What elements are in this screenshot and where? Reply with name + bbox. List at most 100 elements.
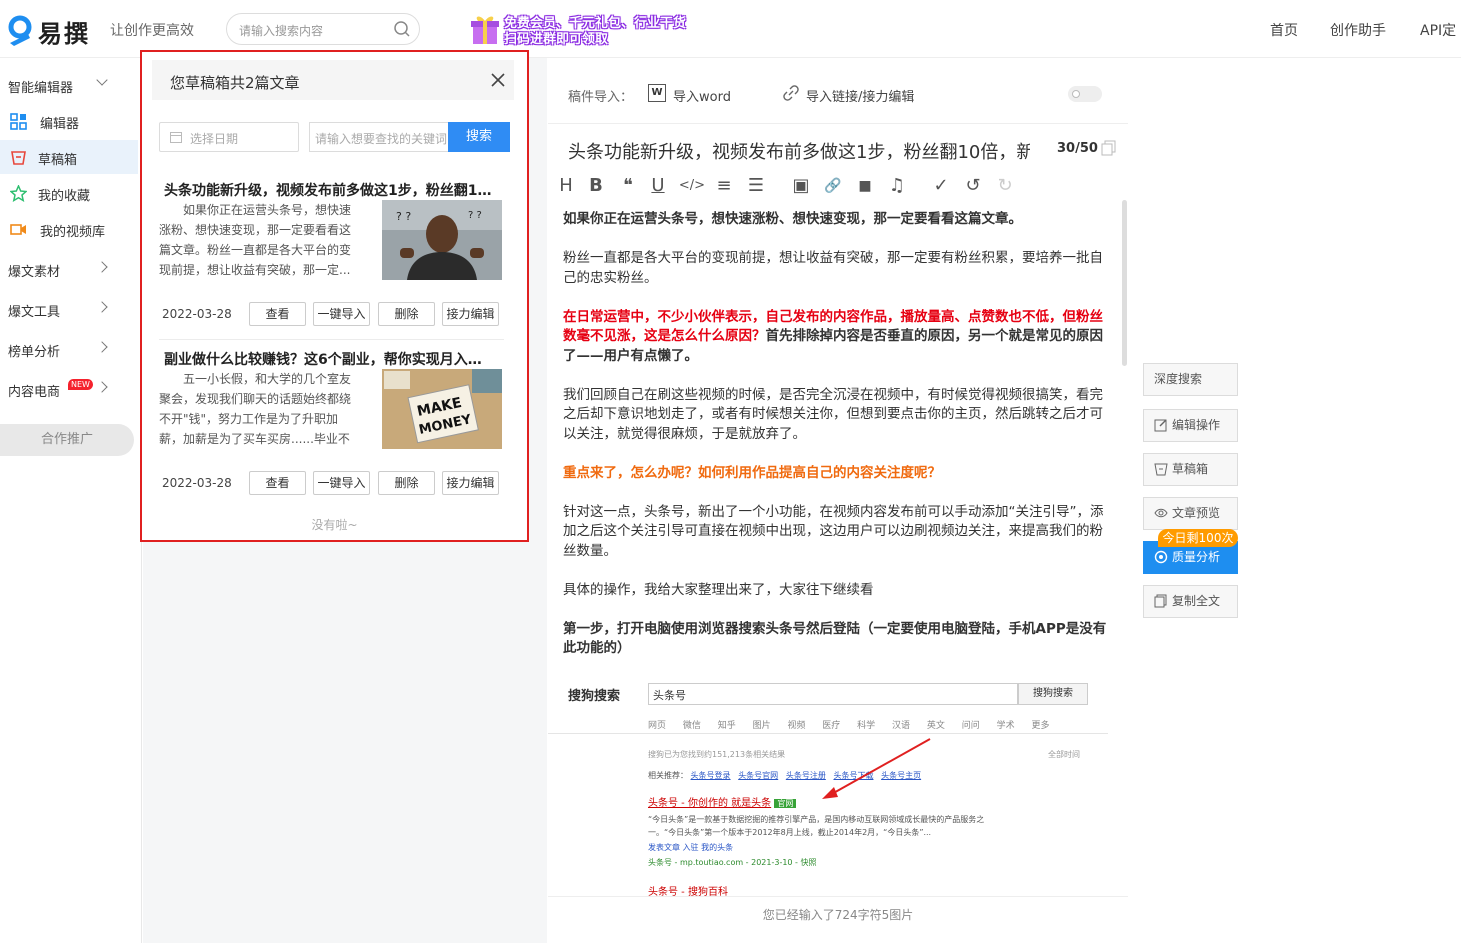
sidebar-section-label: 榜单分析 [8,345,61,360]
edit-icon [1154,419,1167,432]
search-input[interactable]: 请输入搜索内容 [226,13,420,45]
video-insert-icon[interactable]: ■ [855,176,875,196]
copy-icon[interactable] [1101,140,1117,156]
paragraph: 针对这一点，头条号，新出了一个小功能，在视频内容发布前可以手动添加“关注引导”，… [563,503,1104,559]
draft-card-title[interactable]: 副业做什么比较赚钱？这6个副业，帮你实现月入过万 [164,349,494,369]
draft-card-title[interactable]: 头条功能新升级，视频发布前多做这1步，粉丝翻10倍，新手必看 [164,180,494,200]
sidebar-item-label: 草稿箱 [38,153,78,168]
image-icon[interactable]: ▣ [791,176,811,196]
delete-button[interactable]: 删除 [378,471,435,495]
import-link-button[interactable]: 导入链接/接力编辑 [806,86,914,105]
sidebar-section-tools[interactable]: 爆文工具 [0,292,138,326]
sidebar-section-ecommerce[interactable]: 内容电商 NEW [0,372,138,406]
sidebar-section-label: 爆文工具 [8,305,61,320]
link-insert-icon[interactable]: 🔗 [823,176,843,196]
result-url: 头条号 - mp.toutiao.com - 2021-3-10 - 快照 [648,858,817,867]
chevron-right-icon [96,381,108,393]
view-button[interactable]: 查看 [249,471,306,495]
star-icon [10,185,27,202]
search-placeholder: 请输入搜索内容 [239,24,324,38]
bold-icon[interactable]: B [586,176,606,196]
format-brush-icon[interactable]: ✓ [931,176,951,196]
button-label: 编辑操作 [1172,418,1221,432]
underline-icon[interactable]: U [648,176,668,196]
highlight-orange-text: 重点来了，怎么办呢？如何利用作品提高自己的内容关注度呢？ [563,464,941,481]
cooperate-button[interactable]: 合作推广 [0,424,134,456]
svg-text:? ?: ? ? [468,210,482,221]
chevron-down-icon [96,74,108,86]
draft-card-thumbnail: ? ? ? ? [382,200,502,280]
relay-edit-button[interactable]: 接力编辑 [442,471,499,495]
sidebar-group-editor[interactable]: 智能编辑器 [0,68,138,102]
article-title[interactable]: 头条功能新升级，视频发布前多做这1步，粉丝翻10倍，新手必看 [568,138,1030,164]
draft-card[interactable]: 副业做什么比较赚钱？这6个副业，帮你实现月入过万 五一小长假，和大学的几个室友聚… [159,349,504,499]
result-desc: “今日头条”是一款基于数据挖掘的推荐引擎产品，是国内移动互联网领域成长最快的产品… [648,815,985,824]
sidebar-item-editor[interactable]: 编辑器 [0,104,138,138]
draft-card-date: 2022-03-28 [162,476,232,490]
paragraph: 第一步，打开电脑使用浏览器搜索头条号然后登陆（一定要使用电脑登陆，手机APP是没… [563,620,1107,657]
button-label: 复制全文 [1172,594,1221,608]
nav-api[interactable]: API定 [1420,20,1456,40]
copy-all-button[interactable]: 复制全文 [1143,585,1238,618]
keyword-search-input[interactable]: 请输入想要查找的关键词 [309,122,449,152]
logo-text: 易撰 [38,20,90,48]
result-title: 头条号 - 你创作的 就是头条 官网 [648,794,797,809]
sidebar-item-video-library[interactable]: 我的视频库 [0,212,138,246]
result-desc: 一。“今日头条”第一个版本于2012年8月上线，截止2014年2月，“今日头条”… [648,828,932,837]
undo-icon[interactable]: ↺ [963,176,983,196]
no-more-text: 没有啦~ [311,518,358,532]
one-click-import-button[interactable]: 一键导入 [313,302,370,326]
nav-assistant[interactable]: 创作助手 [1330,20,1386,40]
import-word-button[interactable]: 导入word [673,86,731,105]
import-bar: 稿件导入： W 导入word 导入链接/接力编辑 [548,64,1128,124]
scrollbar[interactable] [1122,200,1127,366]
redo-icon[interactable]: ↻ [995,176,1015,196]
sidebar-item-label: 编辑器 [40,117,80,132]
sidebar-item-favorites[interactable]: 我的收藏 [0,176,138,210]
word-icon[interactable]: W [648,84,666,102]
result-count: 搜狗已为您找到约151,213条相关结果 [648,750,786,759]
bullet-list-icon[interactable]: ☰ [746,176,766,196]
relay-edit-button[interactable]: 接力编辑 [442,302,499,326]
article-title-field[interactable]: 头条功能新升级，视频发布前多做这1步，粉丝翻10倍，新手必看 30/50 [568,138,1108,164]
toggle-switch[interactable] [1068,86,1102,102]
drafts-tool-button[interactable]: 草稿箱 [1143,453,1238,486]
draft-card[interactable]: 头条功能新升级，视频发布前多做这1步，粉丝翻10倍，新手必看 如果你正在运营头条… [159,180,504,330]
edit-operations-button[interactable]: 编辑操作 [1143,409,1238,442]
related-label: 相关推荐： [648,771,688,780]
new-badge: NEW [68,379,93,390]
drafts-title: 您草稿箱共2篇文章 [170,74,300,92]
ordered-list-icon[interactable]: ≡ [714,176,734,196]
close-icon[interactable] [490,72,506,88]
official-badge: 官网 [774,799,797,808]
sogou-logo: 搜狗搜索 [568,689,621,704]
card-divider [159,339,504,340]
drafts-search-button[interactable]: 搜索 [448,122,510,152]
link-icon[interactable] [783,85,799,101]
search-icon[interactable] [393,20,411,38]
sidebar-section-material[interactable]: 爆文素材 [0,252,138,286]
svg-text:? ?: ? ? [396,210,411,223]
promo-line-2: 扫码进群即可领取 [504,32,609,47]
promo-banner[interactable]: 免费会员、千元礼包、行业干货 扫码进群即可领取 [470,12,710,47]
music-icon[interactable]: ♫ [887,176,907,196]
sidebar-section-rankings[interactable]: 榜单分析 [0,332,138,366]
view-button[interactable]: 查看 [249,302,306,326]
nav-home[interactable]: 首页 [1270,20,1298,40]
one-click-import-button[interactable]: 一键导入 [313,471,370,495]
quote-icon[interactable]: ❝ [618,176,638,196]
screenshot-search-box: 头条号 [648,683,1018,705]
sidebar-section-label: 内容电商 [8,385,61,400]
paragraph: 粉丝一直都是各大平台的变现前提，想让收益有突破，那一定要有粉丝积累，要培养一批自… [563,250,1103,286]
code-icon[interactable]: </> [678,176,706,196]
deep-search-button[interactable]: 深度搜索 [1143,363,1238,396]
delete-button[interactable]: 删除 [378,302,435,326]
date-picker-input[interactable]: 选择日期 [159,122,299,152]
slogan: 让创作更高效 [110,23,194,39]
result-title-link: 头条号 - 你创作的 就是头条 [648,798,772,809]
sidebar-item-label: 我的视频库 [40,225,106,240]
sidebar: 智能编辑器 编辑器 草稿箱 我的收藏 我的视频库 爆文素材 爆文工具 榜单分析 … [0,58,142,943]
heading-icon[interactable]: H [556,176,576,196]
article-preview-button[interactable]: 文章预览 [1143,497,1238,530]
sidebar-item-drafts[interactable]: 草稿箱 [0,140,138,174]
